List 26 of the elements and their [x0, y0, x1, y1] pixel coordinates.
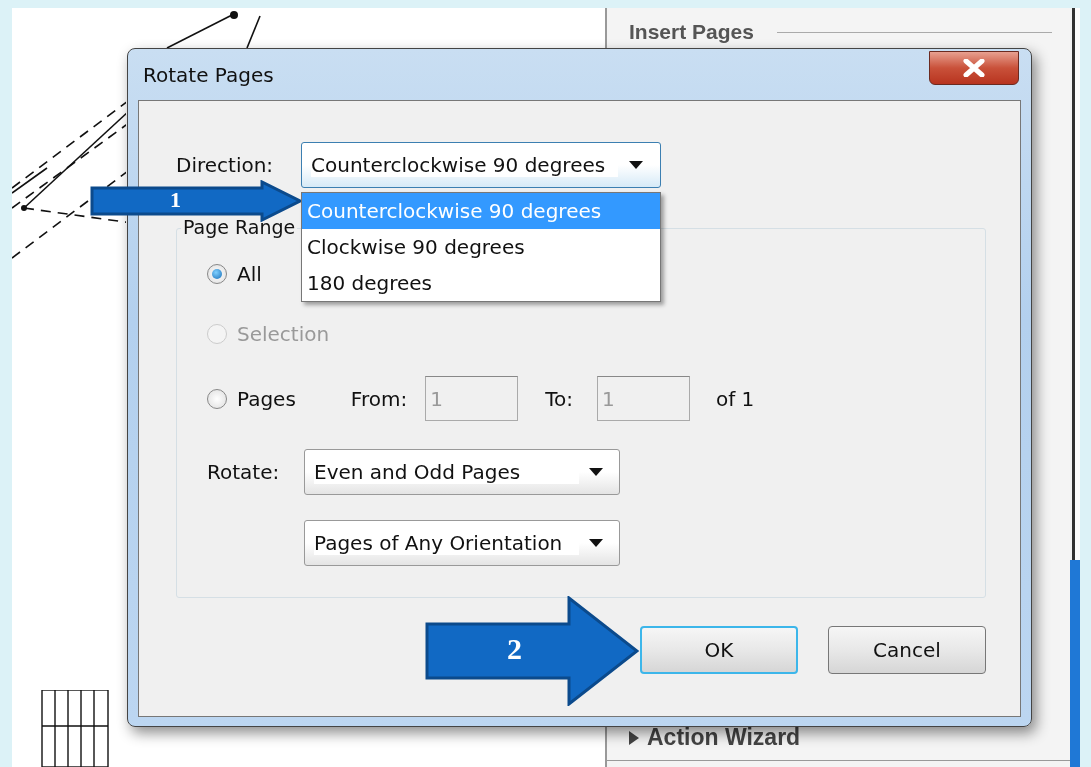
dialog-button[interactable]: OK — [640, 626, 798, 674]
dialog-title: Rotate Pages — [143, 62, 274, 87]
dropdown-arrow-icon — [589, 539, 603, 547]
radio-option[interactable]: Pages — [207, 383, 296, 414]
step-number: 1 — [170, 187, 181, 213]
dropdown-arrow-icon — [629, 161, 643, 169]
close-button[interactable] — [929, 51, 1019, 85]
scroll-bar[interactable] — [1070, 560, 1080, 767]
close-icon — [963, 59, 985, 77]
panel-section[interactable]: Action Wizard — [647, 724, 801, 751]
expand-triangle-icon[interactable] — [629, 730, 639, 745]
orientation-dropdown[interactable]: Pages of Any Orientation — [304, 520, 620, 566]
panel-title: Insert Pages — [629, 20, 754, 44]
direction-label: Direction: — [176, 153, 275, 177]
rotate-label: Rotate: — [207, 460, 281, 484]
direction-dropdown[interactable]: Counterclockwise 90 degrees — [301, 142, 661, 188]
dropdown-option[interactable]: Clockwise 90 degrees — [302, 229, 660, 265]
page-parity-dropdown[interactable]: Even and Odd Pages — [304, 449, 620, 495]
dropdown-arrow-icon — [589, 468, 603, 476]
radio-option[interactable]: All — [207, 259, 262, 289]
from-label: From: — [350, 386, 408, 411]
dialog-button[interactable]: Cancel — [828, 626, 986, 674]
page-count: of 1 — [715, 386, 755, 411]
step-number: 2 — [507, 632, 522, 666]
to-label: To: — [545, 386, 573, 411]
dropdown-option[interactable]: 180 degrees — [302, 265, 660, 301]
